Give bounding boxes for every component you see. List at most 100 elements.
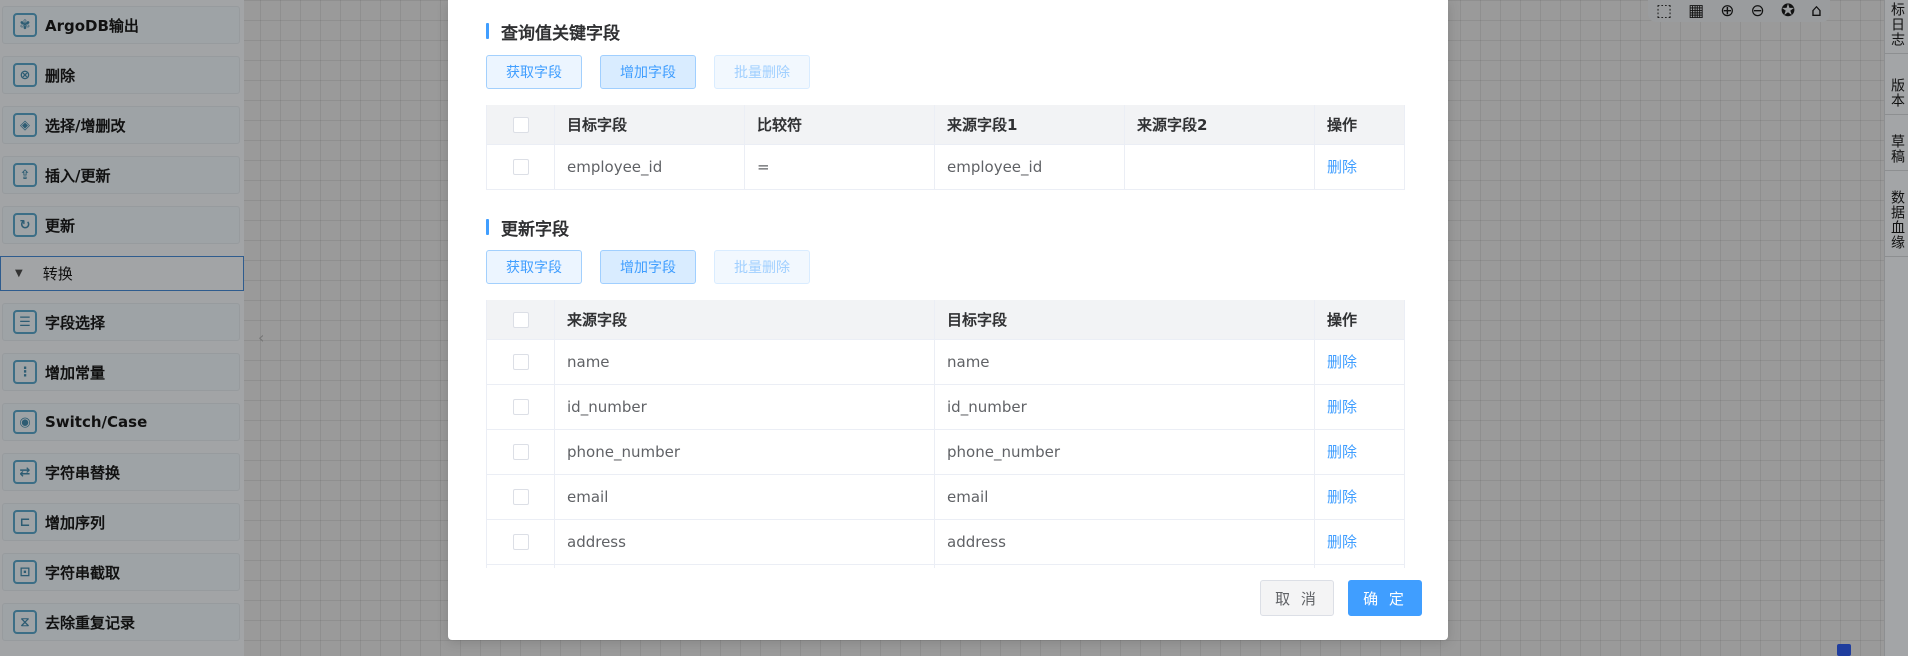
target-field-cell[interactable]: address <box>934 519 1315 565</box>
target-field-cell[interactable]: name <box>934 339 1315 385</box>
canvas-toolbar: ⬚ ▦ ⊕ ⊖ ✪ ⌂ <box>1648 0 1830 22</box>
row-checkbox[interactable] <box>512 159 529 175</box>
target-field-cell <box>934 564 1315 568</box>
target-field-cell[interactable]: id_number <box>934 384 1315 430</box>
column-header: 目标字段 <box>554 105 745 145</box>
argodb-icon: ✾ <box>13 13 37 37</box>
action-cell: 删除 <box>1314 519 1405 565</box>
source-field-cell[interactable]: phone_number <box>554 429 935 475</box>
sidebar-item-label: Switch/Case <box>45 413 148 431</box>
confirm-button[interactable]: 确 定 <box>1348 580 1422 616</box>
source-field-cell[interactable]: name <box>554 339 935 385</box>
source-field2-cell[interactable] <box>1124 144 1315 190</box>
source-field-cell <box>554 564 935 568</box>
zoom-out-icon[interactable]: ⊖ <box>1751 1 1765 21</box>
cube-icon: ◈ <box>13 113 37 137</box>
update-table-scroll[interactable]: 来源字段 目标字段 操作 name name 删除 id_number id_n… <box>448 300 1448 568</box>
column-header: 操作 <box>1314 300 1405 340</box>
column-header: 来源字段1 <box>934 105 1125 145</box>
row-checkbox[interactable] <box>512 489 529 505</box>
action-cell: 删除 <box>1314 339 1405 385</box>
sidebar-item-field-select[interactable]: ☰ 字段选择 <box>2 303 240 341</box>
sidebar-item-insert-update[interactable]: ⇪ 插入/更新 <box>2 156 240 194</box>
bookmark-icon[interactable]: ⌂ <box>1811 1 1822 21</box>
target-field-cell[interactable]: employee_id <box>554 144 745 190</box>
rail-tab-version[interactable]: 版本 <box>1885 78 1908 115</box>
sidebar-item-select-crud[interactable]: ◈ 选择/增删改 <box>2 106 240 144</box>
action-cell <box>1314 564 1405 568</box>
switch-case-icon: ◉ <box>13 410 37 434</box>
sidebar-item-label: 更新 <box>45 216 76 235</box>
column-header: 比较符 <box>744 105 935 145</box>
table-row: address address 删除 <box>486 519 1405 565</box>
action-cell: 删除 <box>1314 474 1405 520</box>
delete-row-link[interactable]: 删除 <box>1327 488 1357 506</box>
table-row: phone_number phone_number 删除 <box>486 429 1405 475</box>
sidebar-group-transform[interactable]: ▼ 转换 <box>0 256 244 291</box>
sidebar-item-add-sequence[interactable]: ⊏ 增加序列 <box>2 503 240 541</box>
badge-icon[interactable]: ✪ <box>1781 1 1795 21</box>
update-add-field-button[interactable]: 增加字段 <box>600 250 696 284</box>
select-area-icon[interactable]: ⬚ <box>1656 1 1672 21</box>
rail-tab-lineage[interactable]: 数据血缘 <box>1885 190 1908 257</box>
panel-collapse-icon[interactable]: ‹ <box>258 328 264 347</box>
update-fetch-fields-button[interactable]: 获取字段 <box>486 250 582 284</box>
sidebar-item-label: 字符串替换 <box>45 463 121 482</box>
right-rail: 标日志 版本 草稿 数据血缘 <box>1884 0 1908 656</box>
select-all-checkbox[interactable] <box>512 116 529 133</box>
sidebar-item-label: 去除重复记录 <box>45 613 136 632</box>
dedupe-icon: ⧖ <box>13 610 37 634</box>
sidebar-item-string-replace[interactable]: ⇄ 字符串替换 <box>2 453 240 491</box>
table-row: name name 删除 <box>486 339 1405 385</box>
source-field1-cell[interactable]: employee_id <box>934 144 1125 190</box>
select-all-cell <box>486 105 555 145</box>
action-cell: 删除 <box>1314 429 1405 475</box>
config-dialog: 查询值关键字段 获取字段 增加字段 批量删除 目标字段 比较符 来源字段1 来源… <box>448 0 1448 640</box>
table-row: email email 删除 <box>486 474 1405 520</box>
table-row <box>486 564 1405 568</box>
source-field-cell[interactable]: email <box>554 474 935 520</box>
sidebar-item-string-cut[interactable]: ⊡ 字符串截取 <box>2 553 240 591</box>
source-field-cell[interactable]: id_number <box>554 384 935 430</box>
row-checkbox[interactable] <box>512 534 529 550</box>
delete-row-link[interactable]: 删除 <box>1327 443 1357 461</box>
sidebar-item-label: 字符串截取 <box>45 563 121 582</box>
update-table: 来源字段 目标字段 操作 name name 删除 id_number id_n… <box>486 300 1405 568</box>
comparator-cell[interactable]: = <box>744 144 935 190</box>
row-select-cell <box>486 339 555 385</box>
add-constant-icon: ⋮ <box>13 360 37 384</box>
delete-row-link[interactable]: 删除 <box>1327 533 1357 551</box>
sidebar-item-argodb-output[interactable]: ✾ ArgoDB输出 <box>2 6 240 44</box>
sidebar-item-add-constant[interactable]: ⋮ 增加常量 <box>2 353 240 391</box>
row-checkbox[interactable] <box>512 354 529 370</box>
rail-tab-draft[interactable]: 草稿 <box>1885 134 1908 171</box>
delete-row-link[interactable]: 删除 <box>1327 398 1357 416</box>
sidebar-item-label: 增加常量 <box>45 363 106 382</box>
grid-icon[interactable]: ▦ <box>1688 1 1704 21</box>
update-batch-delete-button: 批量删除 <box>714 250 810 284</box>
refresh-icon: ↻ <box>13 213 37 237</box>
source-field-cell[interactable]: address <box>554 519 935 565</box>
delete-row-link[interactable]: 删除 <box>1327 158 1357 176</box>
lookup-fetch-fields-button[interactable]: 获取字段 <box>486 55 582 89</box>
target-field-cell[interactable]: email <box>934 474 1315 520</box>
sidebar-item-switch-case[interactable]: ◉ Switch/Case <box>2 403 240 441</box>
rail-tab-log[interactable]: 标日志 <box>1885 2 1908 54</box>
string-cut-icon: ⊡ <box>13 560 37 584</box>
sidebar-item-delete[interactable]: ⊗ 删除 <box>2 56 240 94</box>
target-field-cell[interactable]: phone_number <box>934 429 1315 475</box>
row-checkbox[interactable] <box>512 444 529 460</box>
zoom-in-icon[interactable]: ⊕ <box>1720 1 1734 21</box>
select-all-checkbox[interactable] <box>512 311 529 328</box>
sidebar-item-dedupe[interactable]: ⧖ 去除重复记录 <box>2 603 240 641</box>
table-row: employee_id = employee_id 删除 <box>486 144 1405 190</box>
row-checkbox[interactable] <box>512 399 529 415</box>
action-cell: 删除 <box>1314 384 1405 430</box>
column-header: 来源字段2 <box>1124 105 1315 145</box>
cancel-button[interactable]: 取 消 <box>1260 580 1334 616</box>
sidebar-item-update[interactable]: ↻ 更新 <box>2 206 240 244</box>
delete-row-link[interactable]: 删除 <box>1327 353 1357 371</box>
sidebar-item-label: ArgoDB输出 <box>45 16 139 35</box>
lookup-batch-delete-button: 批量删除 <box>714 55 810 89</box>
lookup-add-field-button[interactable]: 增加字段 <box>600 55 696 89</box>
